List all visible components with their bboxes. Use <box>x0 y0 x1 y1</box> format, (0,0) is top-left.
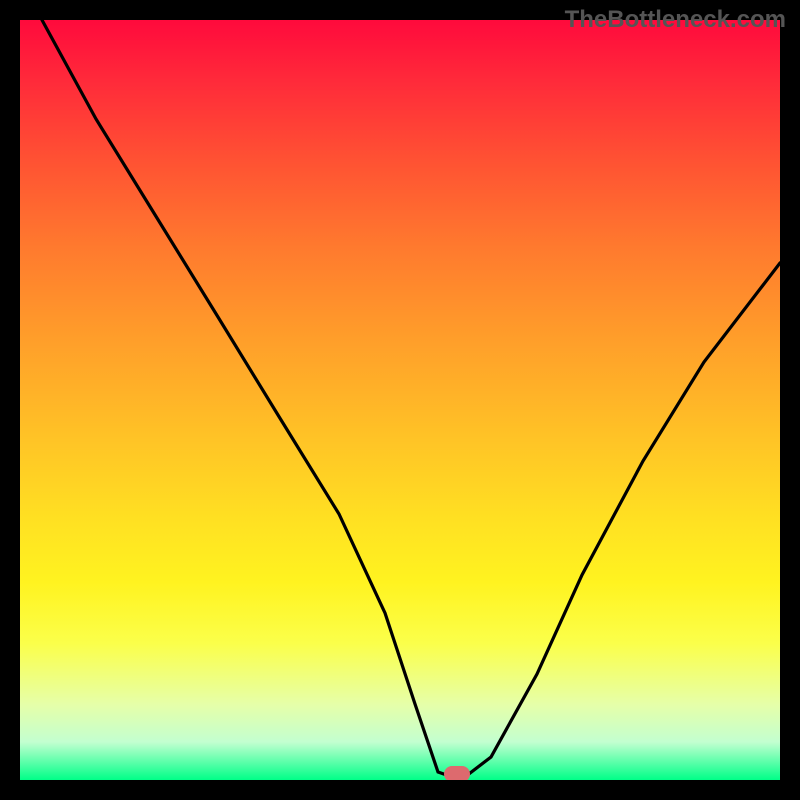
curve-svg <box>20 20 780 780</box>
plot-area <box>20 20 780 780</box>
optimal-marker <box>444 766 470 780</box>
bottleneck-curve-path <box>42 20 780 780</box>
watermark-text: TheBottleneck.com <box>565 6 786 34</box>
